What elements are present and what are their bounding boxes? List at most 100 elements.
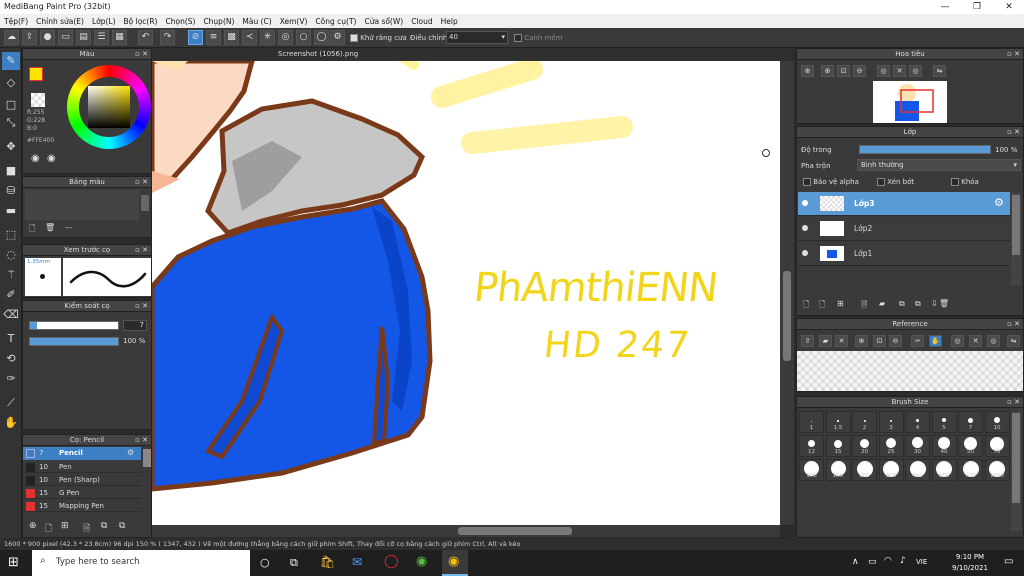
move-tool-icon[interactable]: ✥ (2, 138, 20, 156)
undo-icon[interactable]: ↶ (138, 30, 153, 45)
brush-size-cell[interactable]: 4 (905, 411, 930, 433)
brush-size-cell[interactable]: 400 (905, 459, 930, 481)
brush-size-cell[interactable]: 70 (984, 435, 1010, 457)
chevron-up-icon[interactable]: ∧ (852, 557, 859, 567)
snap-checkbox[interactable] (514, 34, 522, 42)
flip-icon[interactable]: ◎ (909, 65, 922, 77)
chat-icon[interactable]: ● (40, 30, 55, 45)
rotate-icon[interactable]: ◎ (877, 65, 890, 77)
brush-size-cell[interactable]: 300 (878, 459, 904, 481)
delete-layer-icon[interactable]: 🗑 (939, 299, 949, 308)
folder-icon[interactable]: ▰ (879, 299, 885, 308)
protect-alpha-checkbox[interactable] (803, 178, 811, 186)
panel-icon[interactable]: ▤ (76, 30, 91, 45)
eye-icon[interactable] (802, 200, 808, 206)
brush-list-item[interactable]: 10 Pen (Sharp) (23, 474, 141, 486)
menu-file[interactable]: Tệp(F) (0, 14, 32, 28)
operation-tool-icon[interactable]: ⟲ (2, 350, 20, 368)
volume-icon[interactable]: ♪ (900, 556, 906, 566)
task-view-icon[interactable]: ⧉ (290, 556, 298, 570)
antialias-checkbox[interactable] (350, 34, 358, 42)
save-icon[interactable]: ⇪ (22, 30, 37, 45)
redo-icon[interactable]: ↷ (160, 30, 175, 45)
brush-tool-icon[interactable]: ✎ (2, 52, 20, 70)
brush-size-cell[interactable]: 3 (878, 411, 904, 433)
lasso-tool-icon[interactable]: ◌ (2, 246, 20, 264)
eyedropper-tool-icon[interactable]: ✑ (2, 370, 20, 388)
network-icon[interactable]: ▭ (868, 557, 877, 567)
brush-size-cell[interactable]: 1 (799, 411, 824, 433)
select-tool-icon[interactable]: ⬚ (2, 226, 20, 244)
text-tool-icon[interactable]: T (2, 330, 20, 348)
color-wheel[interactable] (67, 65, 151, 149)
brush-size-cell[interactable]: 40 (931, 435, 957, 457)
zoom-out-icon[interactable]: ⊖ (853, 65, 866, 77)
vertical-scroll-thumb[interactable] (783, 271, 791, 361)
brush-size-cell[interactable]: 500 (931, 459, 957, 481)
select-eraser-icon[interactable]: ⌫ (2, 306, 20, 324)
brush-size-cell[interactable]: 12 (799, 435, 824, 457)
ref-rotate-icon[interactable]: ◎ (951, 335, 964, 347)
navigator-thumbnail[interactable] (873, 81, 947, 123)
brush-size-cell[interactable]: 15 (825, 435, 851, 457)
radial-snap-icon[interactable]: ✳ (260, 30, 275, 45)
layer-scrollbar[interactable] (1011, 193, 1021, 285)
palette-scrollbar[interactable] (141, 195, 149, 211)
brush-size-input[interactable]: 7 (123, 320, 147, 331)
cloud-icon[interactable]: ☁ (4, 30, 19, 45)
clipping-checkbox[interactable] (877, 178, 885, 186)
canvas-tab[interactable]: Screenshot (1056).png (278, 48, 358, 61)
open-folder-icon[interactable]: ▰ (819, 335, 832, 347)
bucket-tool-icon[interactable]: ⛁ (2, 182, 20, 200)
layer-opacity-slider[interactable] (859, 145, 991, 154)
app-green-icon[interactable]: ◉ (416, 554, 427, 569)
brush-size-cell[interactable]: 10 (984, 411, 1010, 433)
vanishing-snap-icon[interactable]: ≺ (242, 30, 257, 45)
color-picker-icon[interactable]: ◉ (47, 153, 56, 164)
layer-row[interactable]: Lớp2 (798, 217, 1010, 241)
ref-reset-icon[interactable]: ✕ (969, 335, 982, 347)
zoom-in-icon[interactable]: ⊕ (801, 65, 814, 77)
magic-wand-icon[interactable]: ⚚ (2, 266, 20, 284)
mail-icon[interactable]: ✉ (352, 555, 362, 569)
horizontal-scroll-thumb[interactable] (458, 527, 572, 535)
layer-page-icon[interactable]: 🗎 (861, 299, 867, 313)
ref-zoom-out-icon[interactable]: ⊖ (889, 335, 902, 347)
curve-snap-icon[interactable]: ○ (296, 30, 311, 45)
brush-size-cell[interactable]: 7 (958, 411, 983, 433)
layer-row[interactable]: Lớp3 ⚙ (798, 192, 1010, 216)
brush-duplicate-icon[interactable]: ⧉ (119, 521, 125, 531)
ref-flip-icon[interactable]: ◎ (987, 335, 1000, 347)
circle-icon[interactable]: ◯ (314, 30, 329, 45)
fill-rect-icon[interactable]: ■ (2, 162, 20, 180)
brush-size-slider[interactable] (29, 321, 119, 330)
pen-tool-icon[interactable]: ⟋ (2, 394, 20, 412)
menu-edit[interactable]: Chỉnh sửa(E) (32, 14, 88, 28)
menu-layer[interactable]: Lớp(L) (88, 14, 120, 28)
fit-icon[interactable]: ⊡ (837, 65, 850, 77)
ref-mirror-icon[interactable]: ⇋ (1007, 335, 1020, 347)
brush-copy-icon[interactable]: ⧉ (101, 521, 107, 531)
brush-size-cell[interactable]: 700 (958, 459, 983, 481)
reference-image-area[interactable] (797, 351, 1023, 391)
drawing-canvas[interactable]: PhAmthiENN HD 247 (152, 61, 780, 525)
menu-filter[interactable]: Bộ lọc(R) (120, 14, 162, 28)
language-indicator[interactable]: VIE (916, 558, 927, 566)
maximize-button[interactable]: ❐ (962, 0, 992, 14)
menu-cloud[interactable]: Cloud (407, 14, 436, 28)
brush-size-cell[interactable]: 50 (958, 435, 983, 457)
adjust-select[interactable]: 40 ▾ (446, 31, 508, 44)
brush-size-cell[interactable]: 25 (878, 435, 904, 457)
ref-hand-icon[interactable]: ✋ (929, 335, 942, 347)
duplicate-layer-icon[interactable]: ⧉ (899, 299, 905, 309)
dot-tool-icon[interactable]: ⤡ (2, 114, 20, 132)
menu-select[interactable]: Chọn(S) (161, 14, 199, 28)
brush-size-cell[interactable]: 2 (852, 411, 877, 433)
eye-icon[interactable] (802, 225, 808, 231)
minimize-button[interactable]: — (930, 0, 960, 14)
gradient-tool-icon[interactable]: ▬ (2, 202, 20, 220)
opera-icon[interactable]: ◯ (384, 554, 399, 569)
ref-fit-icon[interactable]: ⊡ (873, 335, 886, 347)
zoom-in-alt-icon[interactable]: ⊕ (821, 65, 834, 77)
brush-size-cell[interactable]: 1000 (984, 459, 1010, 481)
